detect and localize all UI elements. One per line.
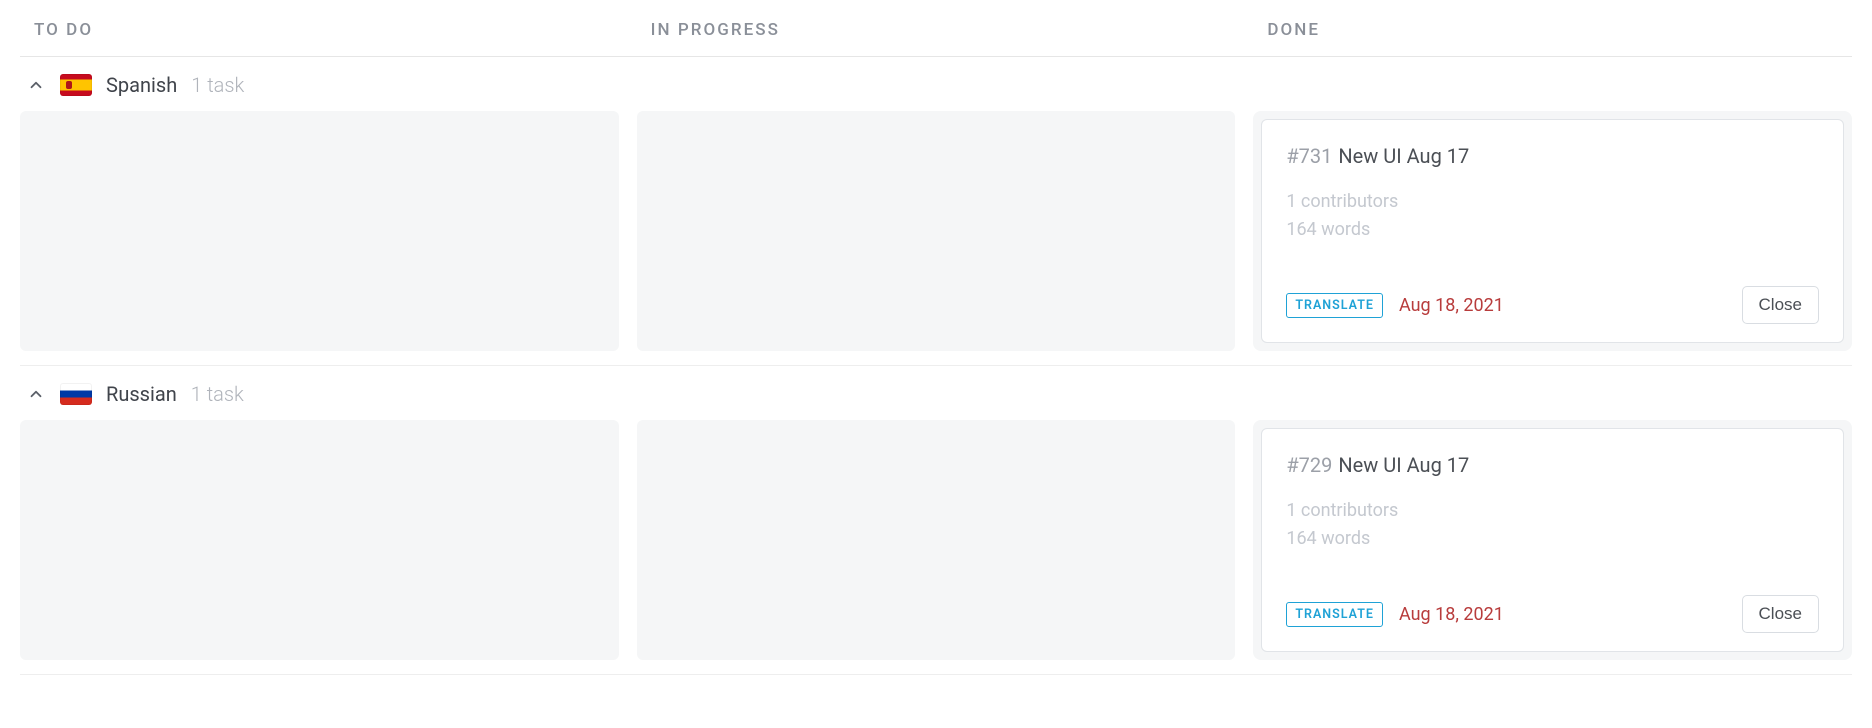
task-card[interactable]: #731New UI Aug 17 1 contributors 164 wor… (1261, 119, 1844, 343)
group-header[interactable]: Spanish 1 task (20, 57, 1852, 111)
done-lane[interactable]: #731New UI Aug 17 1 contributors 164 wor… (1253, 111, 1852, 351)
task-due-date: Aug 18, 2021 (1399, 604, 1504, 625)
language-name: Russian (106, 382, 177, 406)
task-name: New UI Aug 17 (1338, 144, 1469, 168)
task-count: 1 task (191, 73, 244, 97)
task-id: #729 (1286, 453, 1332, 477)
column-header-in-progress: IN PROGRESS (637, 20, 1236, 40)
group-header[interactable]: Russian 1 task (20, 366, 1852, 420)
todo-dropzone[interactable] (20, 420, 619, 660)
language-name: Spanish (106, 73, 177, 97)
done-lane[interactable]: #729New UI Aug 17 1 contributors 164 wor… (1253, 420, 1852, 660)
task-contributors: 1 contributors (1286, 188, 1819, 216)
in-progress-dropzone[interactable] (637, 420, 1236, 660)
task-contributors: 1 contributors (1286, 497, 1819, 525)
task-due-date: Aug 18, 2021 (1399, 295, 1504, 316)
chevron-up-icon[interactable] (26, 75, 46, 95)
task-words: 164 words (1286, 216, 1819, 244)
column-headers: TO DO IN PROGRESS DONE (20, 0, 1852, 57)
group-lanes: #731New UI Aug 17 1 contributors 164 wor… (20, 111, 1852, 351)
task-footer: TRANSLATE Aug 18, 2021 Close (1286, 575, 1819, 633)
language-group: Russian 1 task #729New UI Aug 17 1 contr… (20, 366, 1852, 675)
task-title: #729New UI Aug 17 (1286, 451, 1819, 479)
task-name: New UI Aug 17 (1338, 453, 1469, 477)
close-button[interactable]: Close (1742, 595, 1819, 633)
in-progress-dropzone[interactable] (637, 111, 1236, 351)
task-title: #731New UI Aug 17 (1286, 142, 1819, 170)
task-words: 164 words (1286, 525, 1819, 553)
flag-icon-spain (60, 74, 92, 96)
translate-badge[interactable]: TRANSLATE (1286, 602, 1383, 627)
group-lanes: #729New UI Aug 17 1 contributors 164 wor… (20, 420, 1852, 660)
todo-dropzone[interactable] (20, 111, 619, 351)
column-header-todo: TO DO (20, 20, 619, 40)
chevron-up-icon[interactable] (26, 384, 46, 404)
close-button[interactable]: Close (1742, 286, 1819, 324)
task-id: #731 (1286, 144, 1332, 168)
translate-badge[interactable]: TRANSLATE (1286, 293, 1383, 318)
column-header-done: DONE (1253, 20, 1852, 40)
flag-icon-russia (60, 383, 92, 405)
task-card[interactable]: #729New UI Aug 17 1 contributors 164 wor… (1261, 428, 1844, 652)
task-count: 1 task (191, 382, 244, 406)
kanban-board: TO DO IN PROGRESS DONE Spanish 1 task #7… (20, 0, 1852, 695)
task-footer: TRANSLATE Aug 18, 2021 Close (1286, 266, 1819, 324)
language-group: Spanish 1 task #731New UI Aug 17 1 contr… (20, 57, 1852, 366)
